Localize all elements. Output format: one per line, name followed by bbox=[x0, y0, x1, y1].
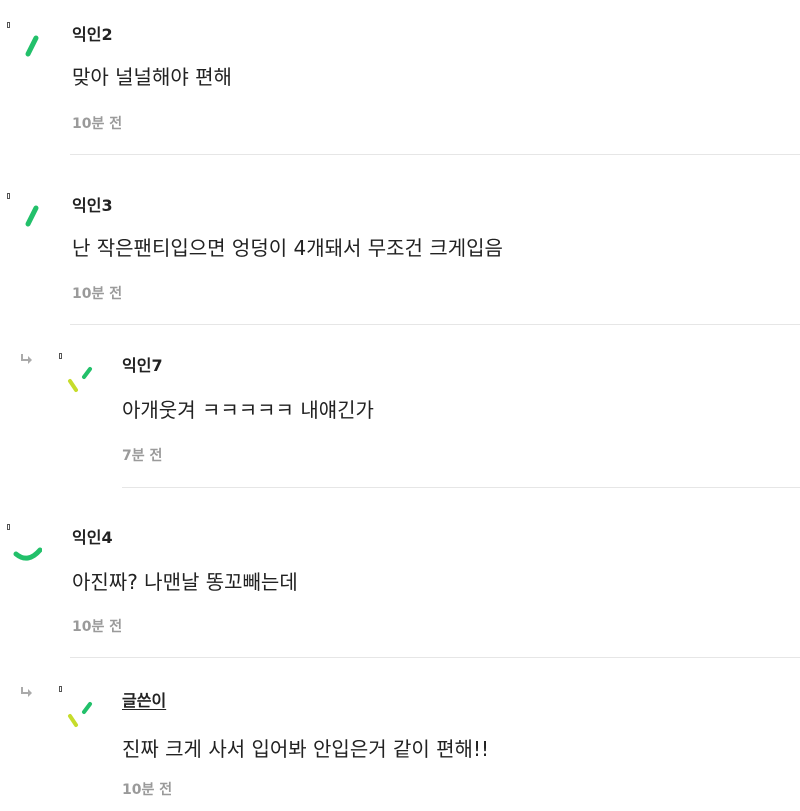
comment-text: 맞아 널널해야 편해 bbox=[72, 65, 232, 89]
comment-timestamp: 10분 전 bbox=[72, 286, 123, 302]
comment-item: 익인2 맞아 널널해야 편해 10분 전 bbox=[0, 0, 800, 155]
green-slash-icon bbox=[25, 35, 39, 57]
comment-timestamp: 10분 전 bbox=[122, 782, 173, 798]
reply-arrow-icon bbox=[21, 687, 32, 697]
comment-author[interactable]: 익인7 bbox=[122, 352, 163, 376]
comment-timestamp: 7분 전 bbox=[122, 448, 163, 464]
comment-text: 아개웃겨 ㅋㅋㅋㅋㅋ 내얘긴가 bbox=[122, 398, 374, 422]
lime-double-slash-icon bbox=[68, 367, 92, 392]
comment-text: 아진짜? 나맨날 똥꼬빼는데 bbox=[72, 570, 298, 594]
comment-item: 익인3 난 작은팬티입으면 엉덩이 4개돼서 무조건 크게입음 10분 전 bbox=[0, 155, 800, 325]
comment-author[interactable]: 익인3 bbox=[72, 192, 113, 216]
comment-author[interactable]: 익인2 bbox=[72, 21, 113, 45]
comment-author[interactable]: 익인4 bbox=[72, 524, 113, 548]
small-marker-icon bbox=[59, 686, 62, 692]
comment-timestamp: 10분 전 bbox=[72, 116, 123, 132]
comment-text: 난 작은팬티입으면 엉덩이 4개돼서 무조건 크게입음 bbox=[72, 236, 503, 260]
small-marker-icon bbox=[7, 524, 10, 530]
reply-item: 익인7 아개웃겨 ㅋㅋㅋㅋㅋ 내얘긴가 7분 전 bbox=[0, 325, 800, 488]
green-slash-icon bbox=[25, 205, 39, 227]
reply-arrow-icon bbox=[21, 354, 32, 364]
comment-item: 익인4 아진짜? 나맨날 똥꼬빼는데 10분 전 bbox=[0, 488, 800, 658]
green-curve-icon bbox=[13, 547, 42, 561]
comment-author-op[interactable]: 글쓴이 bbox=[122, 687, 166, 711]
comment-text: 진짜 크게 사서 입어봐 안입은거 같이 편해!! bbox=[122, 737, 489, 761]
lime-double-slash-icon bbox=[68, 702, 92, 727]
reply-item: 글쓴이 진짜 크게 사서 입어봐 안입은거 같이 편해!! 10분 전 bbox=[0, 658, 800, 811]
small-marker-icon bbox=[7, 193, 10, 199]
comment-timestamp: 10분 전 bbox=[72, 619, 123, 635]
small-marker-icon bbox=[7, 22, 10, 28]
small-marker-icon bbox=[59, 353, 62, 359]
